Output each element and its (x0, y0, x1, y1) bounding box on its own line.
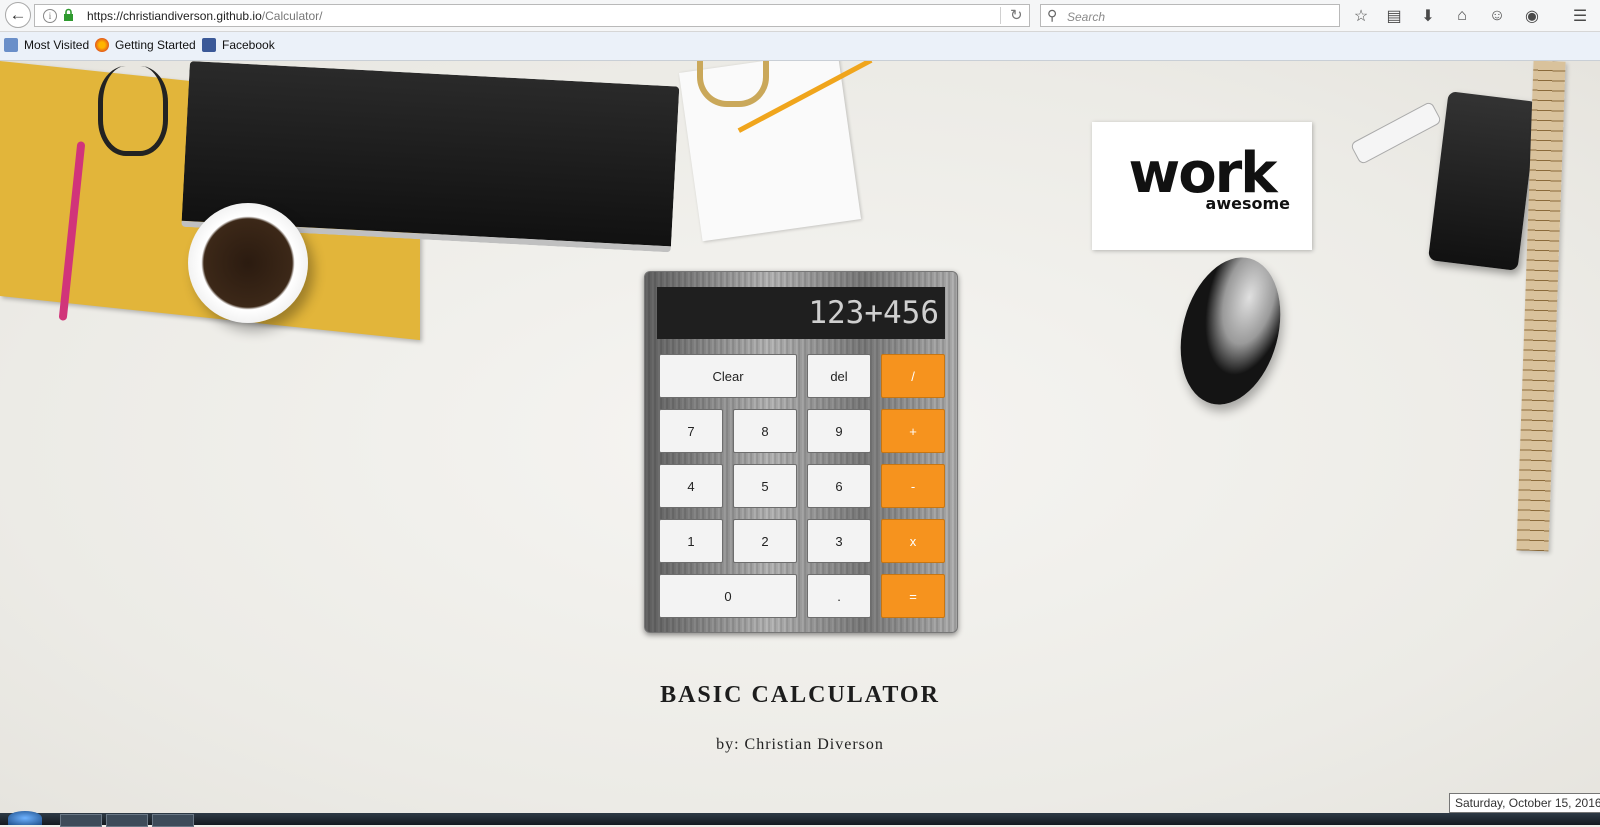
scissors-image (98, 66, 168, 156)
bookmarks-toolbar: Most Visited Getting Started Facebook (0, 32, 1600, 61)
reload-icon[interactable]: ↻ (1010, 6, 1023, 24)
url-divider (1000, 7, 1001, 24)
download-icon[interactable]: ⬇ (1417, 5, 1439, 27)
url-host: https://christiandiverson.github.io (87, 9, 262, 23)
usb-drive-image (1349, 100, 1443, 166)
bookmark-label: Facebook (222, 38, 275, 52)
search-icon: ⚲ (1047, 7, 1058, 23)
decimal-button[interactable]: . (807, 574, 871, 618)
firefox-icon (95, 38, 109, 52)
os-taskbar (0, 811, 1600, 827)
digit-8-button[interactable]: 8 (733, 409, 797, 453)
taskbar-app-button[interactable] (60, 814, 102, 827)
pocket-icon[interactable]: ◉ (1521, 5, 1543, 27)
reading-list-icon[interactable]: ▤ (1383, 5, 1405, 27)
mouse-image (1165, 246, 1296, 416)
date-tooltip: Saturday, October 15, 2016 (1449, 793, 1600, 813)
bookmark-star-icon[interactable]: ☆ (1350, 5, 1372, 27)
taskbar-app-button[interactable] (106, 814, 148, 827)
bookmark-facebook[interactable]: Facebook (202, 38, 275, 52)
digit-5-button[interactable]: 5 (733, 464, 797, 508)
digit-7-button[interactable]: 7 (659, 409, 723, 453)
digit-0-button[interactable]: 0 (659, 574, 797, 618)
digit-3-button[interactable]: 3 (807, 519, 871, 563)
digit-6-button[interactable]: 6 (807, 464, 871, 508)
phone-image (1427, 91, 1539, 271)
delete-button[interactable]: del (807, 354, 871, 398)
bookmark-folder-icon (4, 38, 18, 52)
clear-button[interactable]: Clear (659, 354, 797, 398)
plus-button[interactable]: + (881, 409, 945, 453)
page-body: work awesome 123+456 Clear del / 7 8 9 +… (0, 61, 1600, 818)
url-bar[interactable]: i https://christiandiverson.github.io/Ca… (34, 4, 1030, 27)
url-path: /Calculator/ (261, 9, 323, 23)
chat-icon[interactable]: ☺ (1486, 5, 1508, 27)
bookmark-label: Most Visited (24, 38, 90, 52)
bookmark-most-visited[interactable]: Most Visited (4, 38, 89, 52)
bookmark-label: Getting Started (115, 38, 196, 52)
info-icon[interactable]: i (43, 9, 57, 23)
lock-icon (64, 8, 73, 21)
equals-button[interactable]: = (881, 574, 945, 618)
calculator-display: 123+456 (657, 287, 945, 339)
digit-9-button[interactable]: 9 (807, 409, 871, 453)
url-text[interactable]: https://christiandiverson.github.io/Calc… (87, 9, 322, 23)
digit-4-button[interactable]: 4 (659, 464, 723, 508)
calculator: 123+456 Clear del / 7 8 9 + 4 5 6 - 1 2 … (644, 271, 958, 633)
page-title: BASIC CALCULATOR (660, 682, 940, 708)
browser-toolbar: ← i https://christiandiverson.github.io/… (0, 0, 1600, 32)
minus-button[interactable]: - (881, 464, 945, 508)
coffee-cup-image (188, 203, 308, 323)
facebook-icon (202, 38, 216, 52)
digit-1-button[interactable]: 1 (659, 519, 723, 563)
taskbar-app-button[interactable] (152, 814, 194, 827)
digit-2-button[interactable]: 2 (733, 519, 797, 563)
search-box[interactable]: ⚲ (1040, 4, 1340, 27)
multiply-button[interactable]: x (881, 519, 945, 563)
start-button[interactable] (8, 811, 42, 825)
search-input[interactable] (1065, 6, 1329, 27)
page-author: by: Christian Diverson (716, 736, 884, 753)
home-icon[interactable]: ⌂ (1451, 5, 1473, 27)
menu-icon[interactable]: ☰ (1569, 5, 1591, 27)
back-button[interactable]: ← (5, 2, 31, 28)
work-awesome-card: work awesome (1092, 122, 1312, 250)
divide-button[interactable]: / (881, 354, 945, 398)
arrow-left-icon: ← (9, 5, 27, 24)
bookmark-getting-started[interactable]: Getting Started (95, 38, 196, 52)
